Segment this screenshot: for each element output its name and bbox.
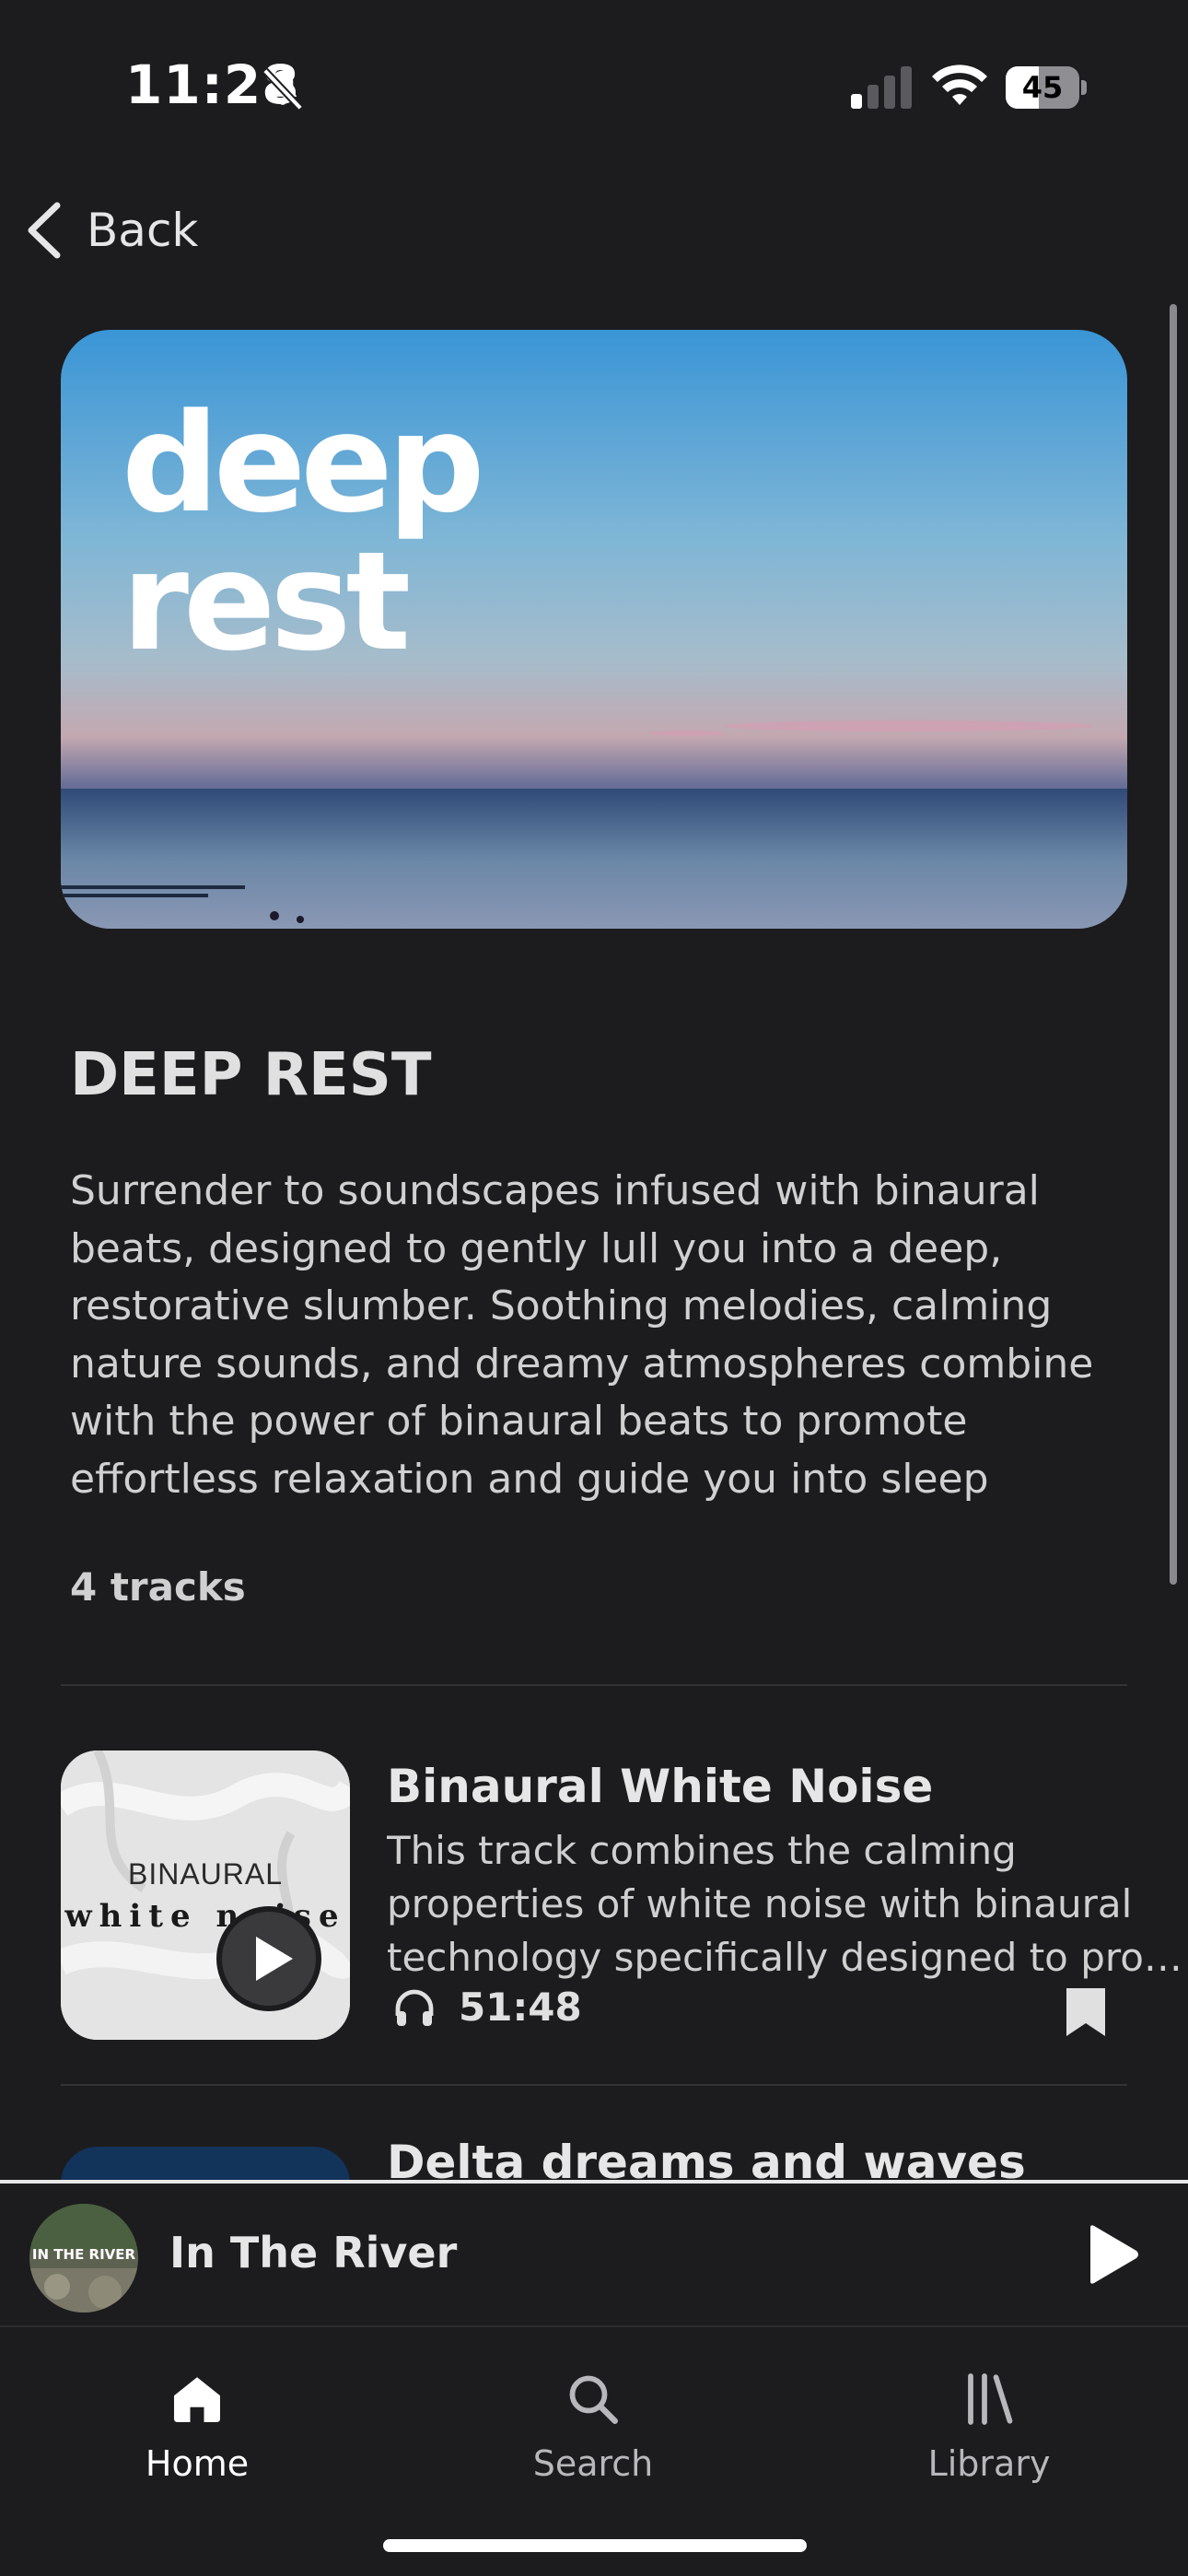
playlist-description: Surrender to soundscapes infused with bi… <box>70 1167 1094 1503</box>
wifi-icon <box>932 64 987 105</box>
chevron-left-icon <box>28 202 61 259</box>
home-indicator[interactable] <box>383 2539 807 2552</box>
track-description-line: properties of white noise with binaural <box>387 1881 1133 1926</box>
track-description-line: This track combines the calming <box>387 1828 1017 1873</box>
tab-library[interactable]: Library <box>869 2346 1109 2484</box>
headphones-icon <box>395 1989 434 2026</box>
divider <box>61 1684 1127 1686</box>
playlist-cover-image: deep rest <box>61 330 1127 929</box>
track-title[interactable]: Binaural White Noise <box>387 1760 933 1813</box>
thumb-text-line1: BINAURAL <box>127 1857 284 1891</box>
mini-player-artwork: IN THE RIVER <box>29 2204 138 2313</box>
back-button[interactable]: Back <box>24 195 198 265</box>
play-icon[interactable] <box>215 1905 322 2012</box>
mini-player-art-text: IN THE RIVER <box>31 2246 136 2263</box>
track-description-line: technology specifically designed to pro… <box>387 1935 1182 1980</box>
home-icon <box>174 2377 220 2422</box>
library-icon <box>968 2373 1013 2425</box>
bookmark-icon[interactable] <box>1066 1988 1105 2036</box>
track-description: This track combines the calming properti… <box>387 1824 1188 1985</box>
play-icon[interactable] <box>1085 2224 1140 2285</box>
battery-percent: 45 <box>1021 70 1064 105</box>
tab-label: Search <box>532 2443 654 2484</box>
scrollbar[interactable] <box>1170 304 1177 1585</box>
tab-label: Library <box>927 2443 1051 2484</box>
back-label: Back <box>87 204 199 257</box>
track-duration: 51:48 <box>459 1985 582 2030</box>
divider <box>61 2084 1127 2086</box>
search-icon <box>569 2375 618 2424</box>
screen: 11:28 45 Back deep rest DEEP REST Surren… <box>0 0 1188 2576</box>
mini-player[interactable]: IN THE RIVER In The River <box>0 2180 1188 2329</box>
cover-overlay-text: deep rest <box>122 384 485 681</box>
track-thumbnail[interactable]: BINAURAL white noise <box>61 1751 350 2040</box>
track-count: 4 tracks <box>70 1564 246 1610</box>
tab-label: Home <box>145 2443 250 2484</box>
bell-slash-icon <box>262 67 304 111</box>
mini-player-title: In The River <box>169 2228 458 2277</box>
tab-home[interactable]: Home <box>77 2346 317 2484</box>
tab-search[interactable]: Search <box>473 2346 713 2484</box>
cellular-signal-icon <box>851 66 912 109</box>
status-bar: 11:28 45 <box>0 0 1188 175</box>
track-row[interactable]: BINAURAL white noise Binaural White Nois… <box>61 1751 1182 2040</box>
battery-icon: 45 <box>1006 66 1087 109</box>
playlist-title: DEEP REST <box>70 1041 432 1109</box>
